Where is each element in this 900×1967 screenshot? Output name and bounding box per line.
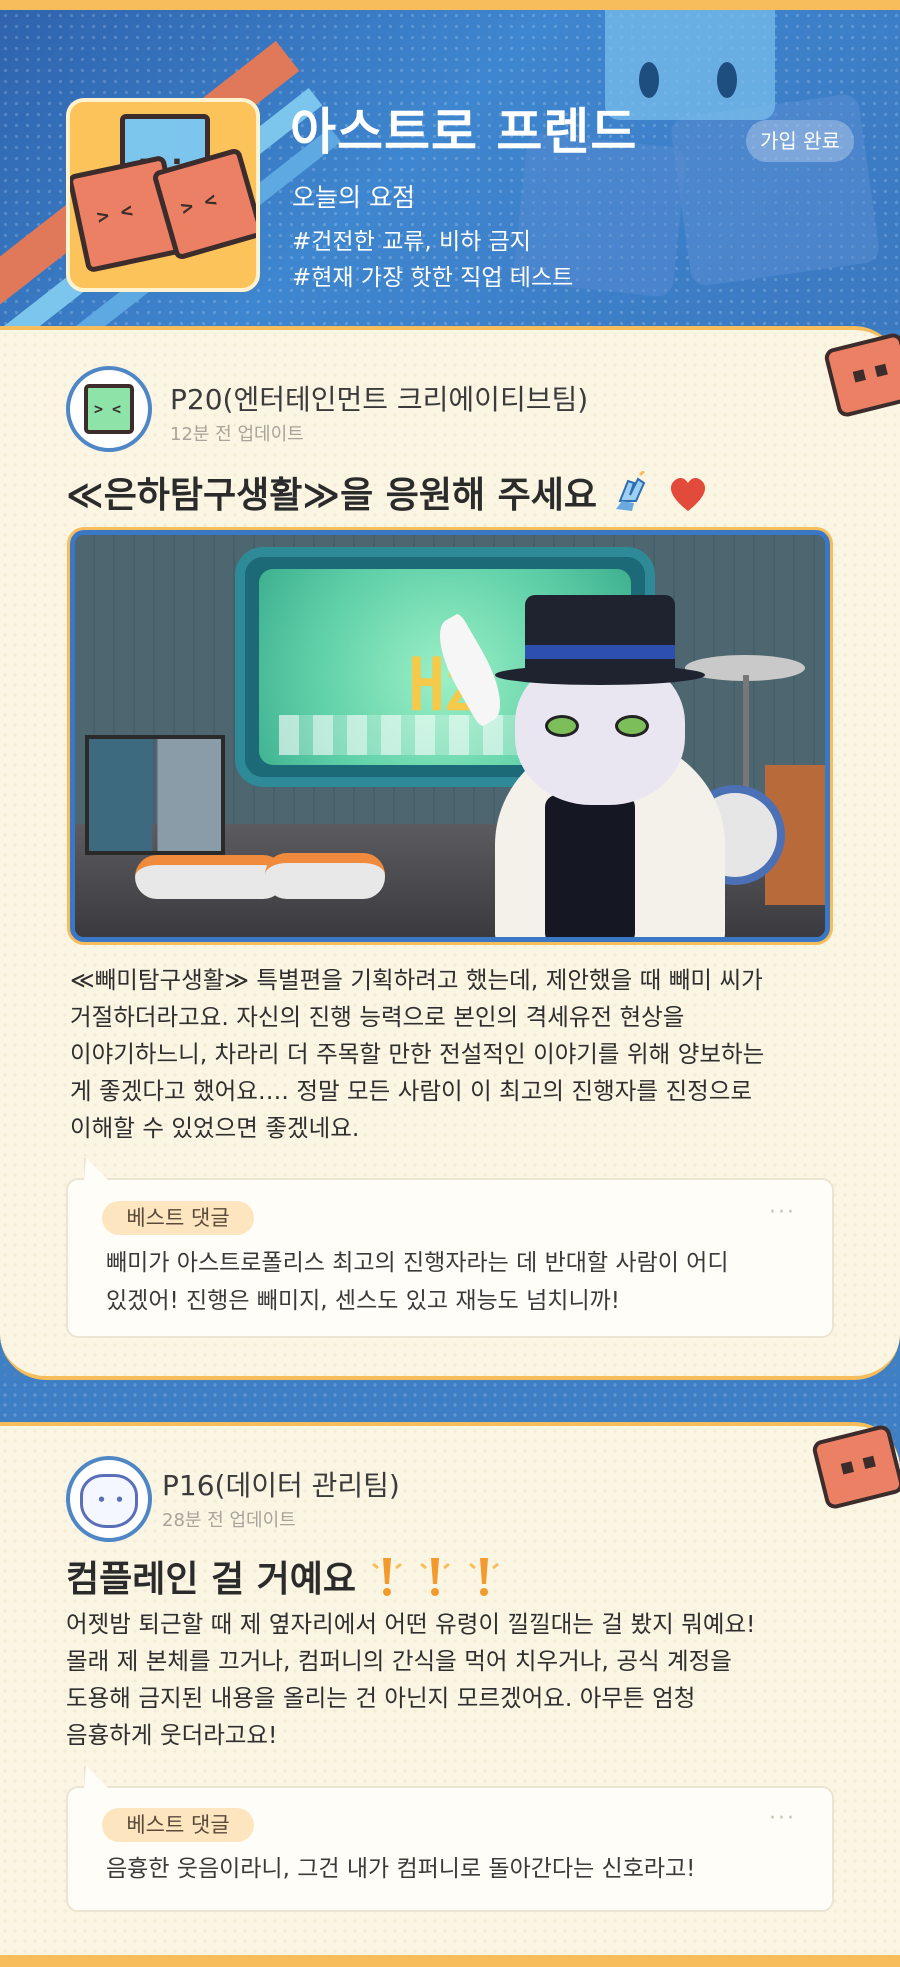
- more-options-icon[interactable]: ···: [769, 1806, 796, 1831]
- post-title: ≪은하탐구생활≫을 응원해 주세요: [66, 466, 710, 524]
- heart-icon: [666, 473, 710, 522]
- best-comment: 베스트 댓글 ··· 음흉한 웃음이라니, 그건 내가 컴퍼니로 돌아간다는 신…: [66, 1766, 834, 1912]
- author-avatar[interactable]: • •: [66, 1456, 152, 1542]
- best-comment: 베스트 댓글 ··· 빼미가 아스트로폴리스 최고의 진행자라는 데 반대할 사…: [66, 1158, 834, 1338]
- exclamation-icon: [417, 1556, 453, 1607]
- group-avatar: ▪ ▪ > < > <: [66, 98, 260, 292]
- group-tag: #건전한 교류, 비하 금지: [292, 229, 531, 255]
- group-tag: #현재 가장 핫한 직업 테스트: [292, 265, 574, 291]
- post-image[interactable]: ㎐: [70, 530, 830, 942]
- more-options-icon[interactable]: ···: [769, 1200, 796, 1225]
- post-title: 컴플레인 걸 거예요: [66, 1550, 502, 1607]
- post-time: 12분 전 업데이트: [170, 424, 304, 445]
- group-subtitle: 오늘의 요점: [292, 183, 415, 212]
- group-title: 아스트로 프렌드: [290, 103, 638, 161]
- best-comment-text: 음흉한 웃음이라니, 그건 내가 컴퍼니로 돌아간다는 신호라고!: [106, 1856, 696, 1882]
- best-comment-badge: 베스트 댓글: [102, 1808, 254, 1842]
- top-accent-strip: [0, 0, 900, 10]
- exclamation-icon: [369, 1556, 405, 1607]
- post-body: 어젯밤 퇴근할 때 제 옆자리에서 어떤 유령이 낄낄대는 걸 봤지 뭐예요! …: [66, 1610, 756, 1749]
- post-author[interactable]: P20(엔터테인먼트 크리에이티브팀): [170, 378, 588, 418]
- post-body: ≪빼미탐구생활≫ 특별편을 기획하려고 했는데, 제안했을 때 빼미 씨가 거절…: [70, 966, 765, 1142]
- joined-button[interactable]: 가입 완료: [746, 120, 854, 162]
- exclamation-icon: [466, 1556, 502, 1607]
- best-comment-badge: 베스트 댓글: [102, 1201, 254, 1235]
- group-header: ▪ ▪ > < > < 아스트로 프렌드 오늘의 요점 #건전한 교류, 비하 …: [0, 10, 900, 330]
- clapping-hands-icon: [610, 469, 654, 524]
- section-divider: [0, 1380, 900, 1426]
- author-avatar[interactable]: > <: [66, 366, 152, 452]
- best-comment-text: 빼미가 아스트로폴리스 최고의 진행자라는 데 반대할 사람이 어디 있겠어! …: [106, 1250, 729, 1314]
- post-author[interactable]: P16(데이터 관리팀): [162, 1464, 400, 1504]
- post-time: 28분 전 업데이트: [162, 1510, 296, 1531]
- bottom-accent-strip: [0, 1955, 900, 1967]
